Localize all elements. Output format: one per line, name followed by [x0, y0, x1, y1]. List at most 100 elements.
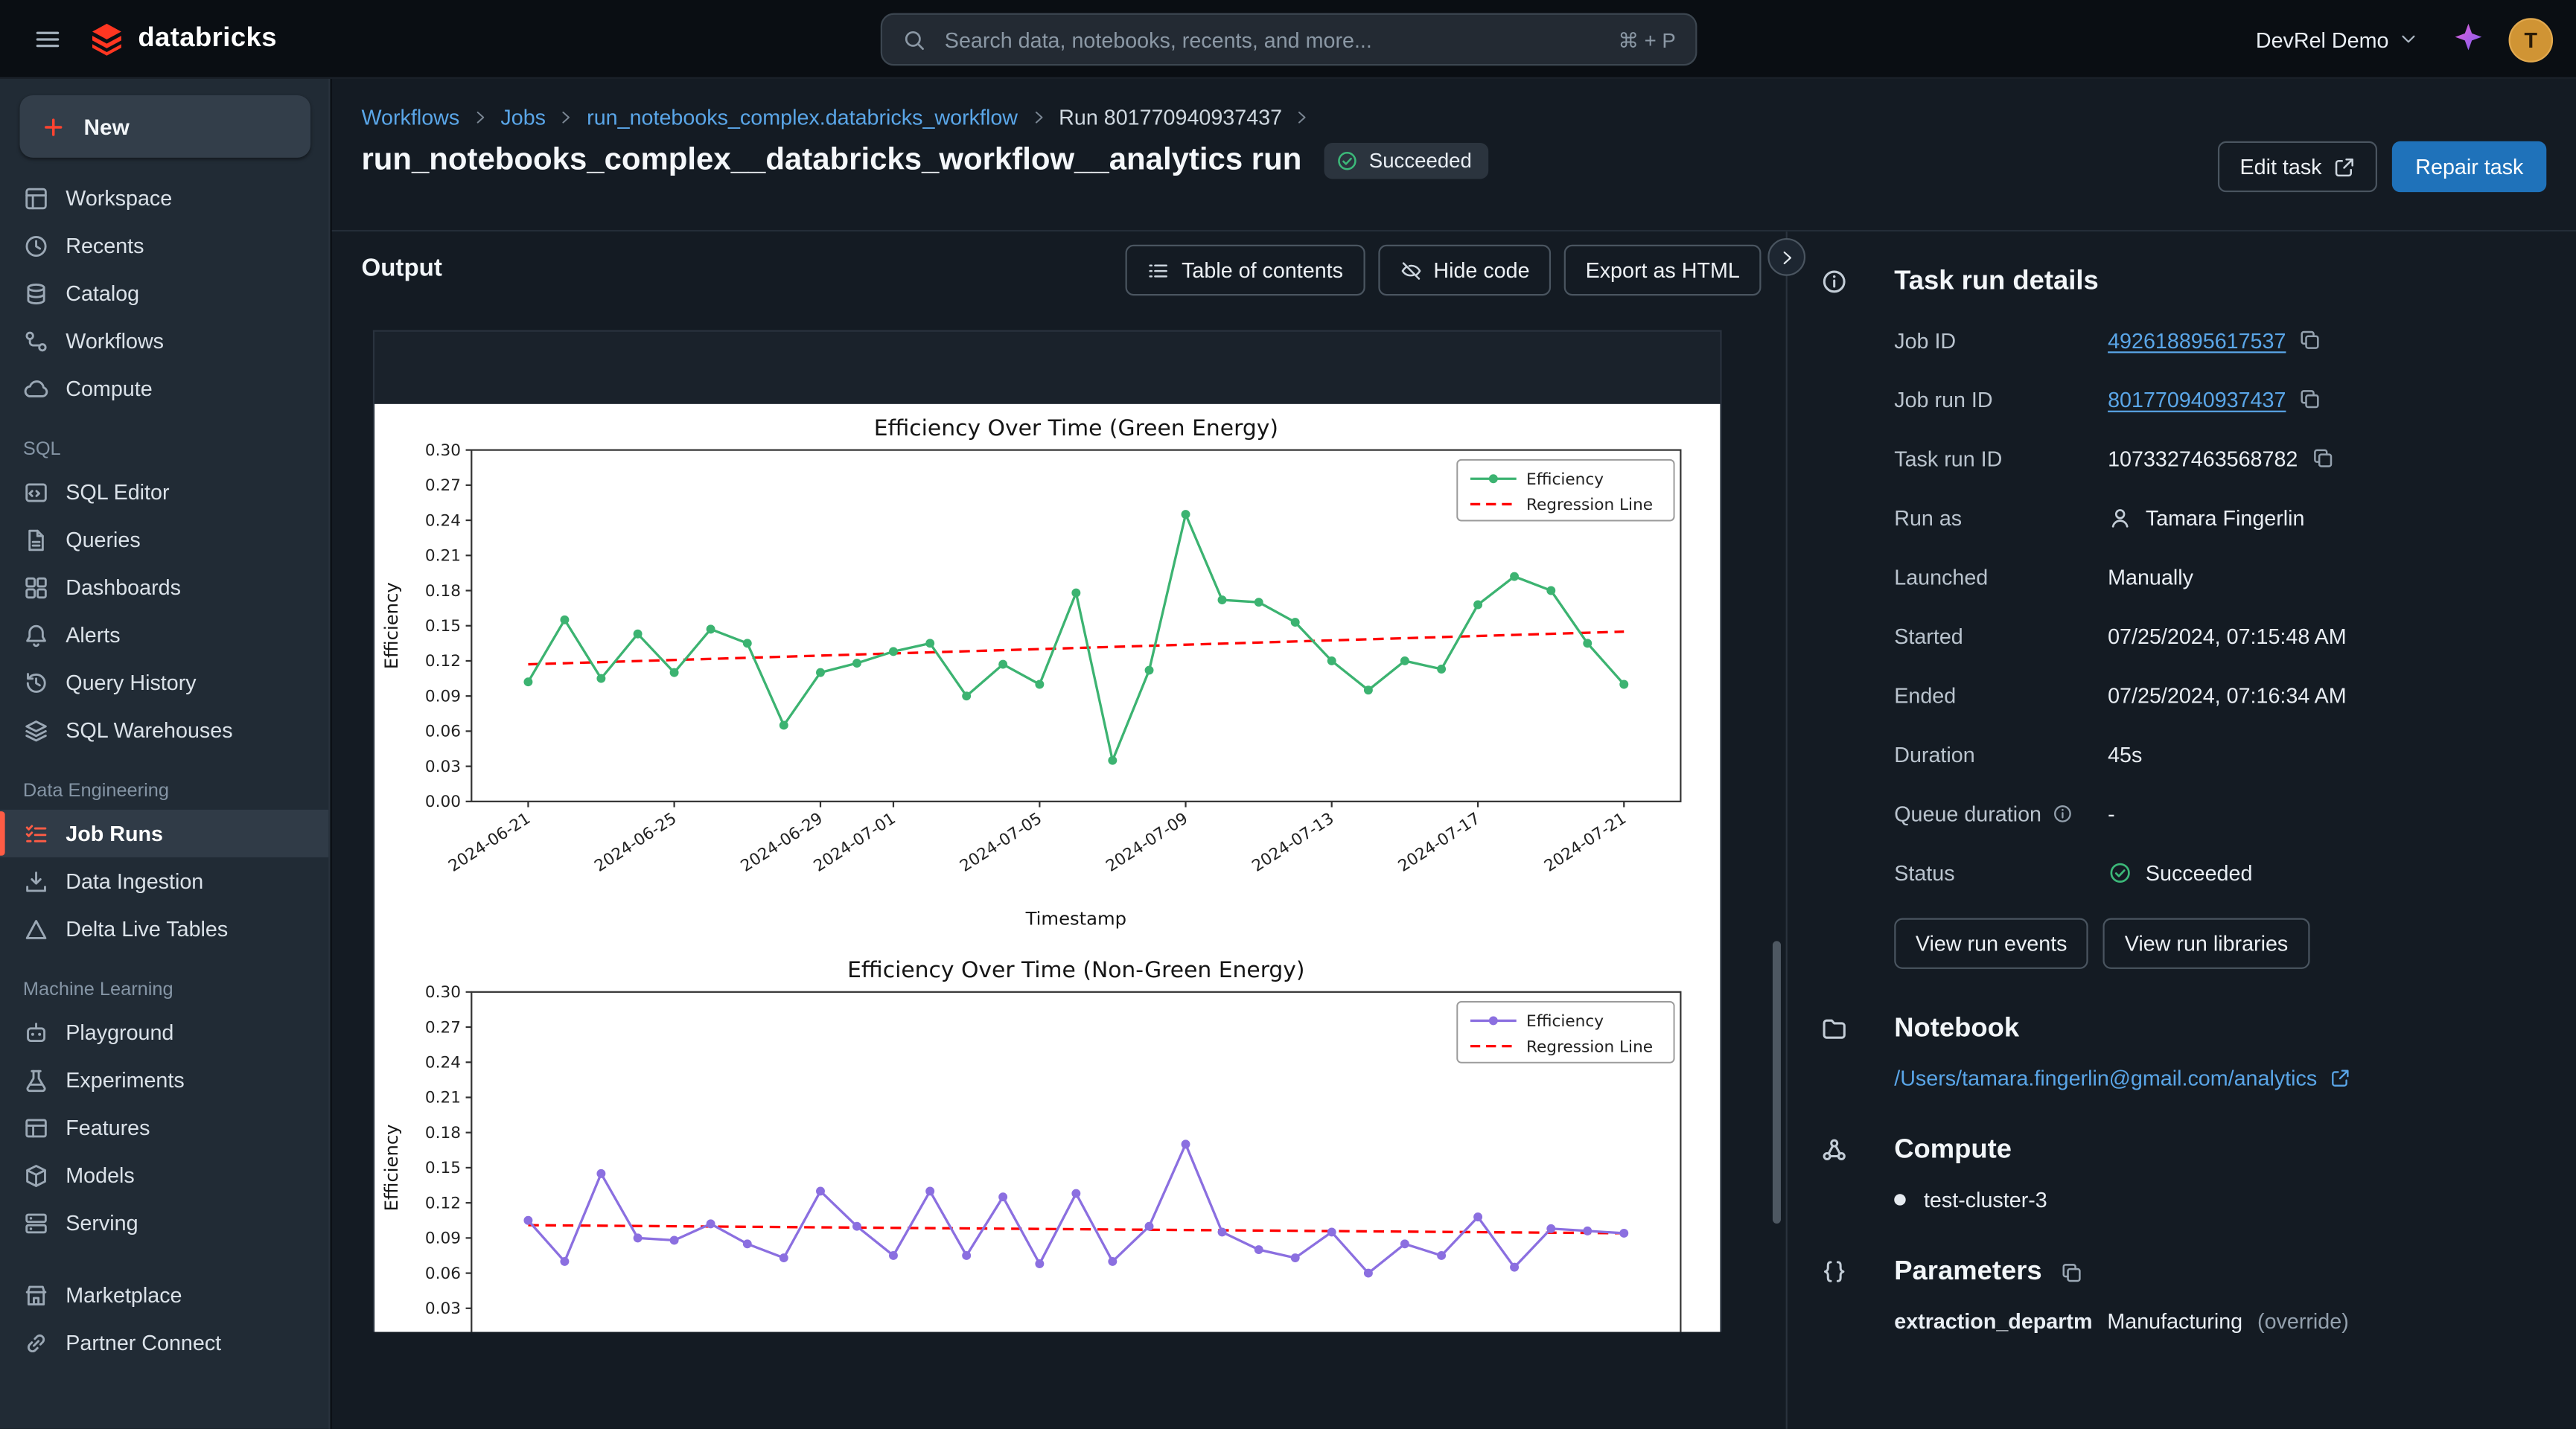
sidebar-item-workflows[interactable]: Workflows [0, 317, 328, 365]
svg-text:0.03: 0.03 [425, 1299, 461, 1318]
detail-row-started: Started07/25/2024, 07:15:48 AM [1894, 606, 2537, 665]
sidebar-item-features[interactable]: Features [0, 1104, 328, 1151]
copy-button[interactable] [2299, 328, 2322, 351]
collapse-panel-button[interactable] [1767, 238, 1805, 276]
sidebar-item-compute[interactable]: Compute [0, 365, 328, 412]
sidebar-section-sql: SQL [0, 440, 328, 459]
edit-task-button[interactable]: Edit task [2219, 141, 2378, 192]
detail-value-link[interactable]: 492618895617537 [2108, 327, 2286, 352]
compute-heading: Compute [1820, 1135, 2537, 1166]
detail-label: Launched [1894, 564, 2108, 589]
breadcrumb-run-notebooks-complex-databricks-workflow[interactable]: run_notebooks_complex.databricks_workflo… [587, 105, 1018, 130]
sidebar-item-partner-connect[interactable]: Partner Connect [0, 1319, 328, 1366]
breadcrumb-workflows[interactable]: Workflows [361, 105, 459, 130]
notebook-path-link[interactable]: /Users/tamara.fingerlin@gmail.com/analyt… [1894, 1066, 2351, 1090]
topbar: databricks ⌘ + P DevRel Demo T [0, 0, 2576, 79]
sidebar-item-label: Data Ingestion [66, 869, 203, 893]
databricks-mark-icon [89, 21, 125, 57]
detail-value-cell: 1073327463568782 [2108, 446, 2334, 470]
sidebar-item-playground[interactable]: Playground [0, 1008, 328, 1056]
repair-task-button[interactable]: Repair task [2392, 141, 2546, 192]
detail-label: Status [1894, 860, 2108, 884]
parameter-override-note: (override) [2257, 1309, 2349, 1334]
sidebar-item-sql-editor[interactable]: SQL Editor [0, 468, 328, 516]
sidebar-item-catalog[interactable]: Catalog [0, 269, 328, 317]
avatar[interactable]: T [2509, 17, 2554, 62]
sidebar-item-dashboards[interactable]: Dashboards [0, 563, 328, 611]
export-as-html-button[interactable]: Export as HTML [1564, 245, 1762, 295]
view-run-libraries-button[interactable]: View run libraries [2103, 918, 2309, 969]
sidebar-item-models[interactable]: Models [0, 1151, 328, 1199]
sidebar-item-data-ingestion[interactable]: Data Ingestion [0, 857, 328, 905]
sidebar-item-serving[interactable]: Serving [0, 1199, 328, 1247]
copy-icon [2060, 1261, 2083, 1284]
header-actions: Edit task Repair task [2219, 141, 2546, 192]
detail-value: - [2108, 801, 2115, 825]
sidebar-item-recents[interactable]: Recents [0, 222, 328, 269]
task-run-details-buttons: View run events View run libraries [1894, 918, 2537, 969]
sidebar-item-alerts[interactable]: Alerts [0, 611, 328, 659]
sidebar-item-query-history[interactable]: Query History [0, 659, 328, 706]
sidebar-item-label: Job Runs [66, 821, 163, 845]
sidebar-item-job-runs[interactable]: Job Runs [0, 810, 328, 857]
sidebar-item-delta-live-tables[interactable]: Delta Live Tables [0, 905, 328, 953]
check-circle-icon [1336, 150, 1359, 173]
sidebar-item-workspace[interactable]: Workspace [0, 174, 328, 222]
topbar-right: DevRel Demo T [2246, 0, 2553, 79]
copy-button[interactable] [2299, 388, 2322, 411]
breadcrumb-jobs[interactable]: Jobs [500, 105, 546, 130]
notebook-content: /Users/tamara.fingerlin@gmail.com/analyt… [1894, 1066, 2537, 1090]
scrollbar-thumb[interactable] [1773, 941, 1781, 1224]
notebook-output-cell: Efficiency Over Time (Green Energy)0.000… [373, 330, 1722, 1332]
detail-label: Duration [1894, 741, 2108, 766]
svg-text:0.18: 0.18 [425, 1124, 461, 1142]
svg-text:0.30: 0.30 [425, 441, 461, 460]
run-header: Workflows Jobs run_notebooks_complex.datab… [332, 79, 2576, 231]
view-run-events-button[interactable]: View run events [1894, 918, 2088, 969]
new-button[interactable]: New [19, 95, 310, 158]
detail-row-job-run-id: Job run ID801770940937437 [1894, 369, 2537, 428]
detail-row-launched: LaunchedManually [1894, 547, 2537, 606]
search-input[interactable] [941, 25, 1603, 54]
assistant-button[interactable] [2452, 22, 2484, 58]
sidebar-item-label: Query History [66, 670, 196, 694]
detail-label: Run as [1894, 505, 2108, 530]
svg-text:0.03: 0.03 [425, 758, 461, 776]
cluster-row[interactable]: test-cluster-3 [1894, 1187, 2537, 1212]
svg-text:Efficiency: Efficiency [1526, 470, 1604, 489]
breadcrumb-run-801770940937437: Run 801770940937437 [1059, 105, 1282, 130]
notebook-title: Notebook [1894, 1013, 2019, 1044]
detail-value-cell: 45s [2108, 741, 2142, 766]
hide-code-button[interactable]: Hide code [1377, 245, 1551, 295]
task-run-details-heading: Task run details [1820, 266, 2537, 297]
detail-value-link[interactable]: 801770940937437 [2108, 387, 2286, 412]
output-panel: Output Table of contentsHide codeExport … [332, 231, 1786, 1429]
notebook-section: Notebook /Users/tamara.fingerlin@gmail.c… [1820, 1013, 2537, 1090]
workspace-switcher[interactable]: DevRel Demo [2246, 25, 2429, 54]
table-of-contents-button[interactable]: Table of contents [1126, 245, 1365, 295]
button-label: View run events [1916, 931, 2068, 956]
global-search[interactable]: ⌘ + P [881, 13, 1697, 66]
svg-text:0.09: 0.09 [425, 1230, 461, 1248]
sidebar-item-marketplace[interactable]: Marketplace [0, 1271, 328, 1319]
table-of-contents-icon [1147, 259, 1170, 282]
databricks-logo[interactable]: databricks [89, 21, 277, 57]
sidebar-item-label: Playground [66, 1020, 173, 1044]
sidebar-item-experiments[interactable]: Experiments [0, 1056, 328, 1104]
sidebar-item-queries[interactable]: Queries [0, 516, 328, 563]
copy-button[interactable] [2311, 447, 2334, 470]
sidebar-item-label: Features [66, 1115, 150, 1139]
svg-text:0.12: 0.12 [425, 652, 461, 671]
task-run-details-rows: Job ID492618895617537Job run ID801770940… [1894, 310, 2537, 901]
chevron-right-icon [1776, 247, 1796, 266]
copy-parameters-button[interactable] [2060, 1261, 2083, 1284]
svg-text:0.12: 0.12 [425, 1194, 461, 1212]
hamburger-menu-button[interactable] [23, 14, 72, 63]
sidebar-item-label: Workflows [66, 328, 164, 353]
sidebar-item-sql-warehouses[interactable]: SQL Warehouses [0, 706, 328, 754]
detail-row-duration: Duration45s [1894, 724, 2537, 783]
status-badge: Succeeded [1324, 143, 1488, 179]
detail-value-cell: Succeeded [2108, 860, 2252, 884]
page-title: run_notebooks_complex__databricks_workfl… [361, 143, 1301, 179]
detail-label: Started [1894, 623, 2108, 648]
